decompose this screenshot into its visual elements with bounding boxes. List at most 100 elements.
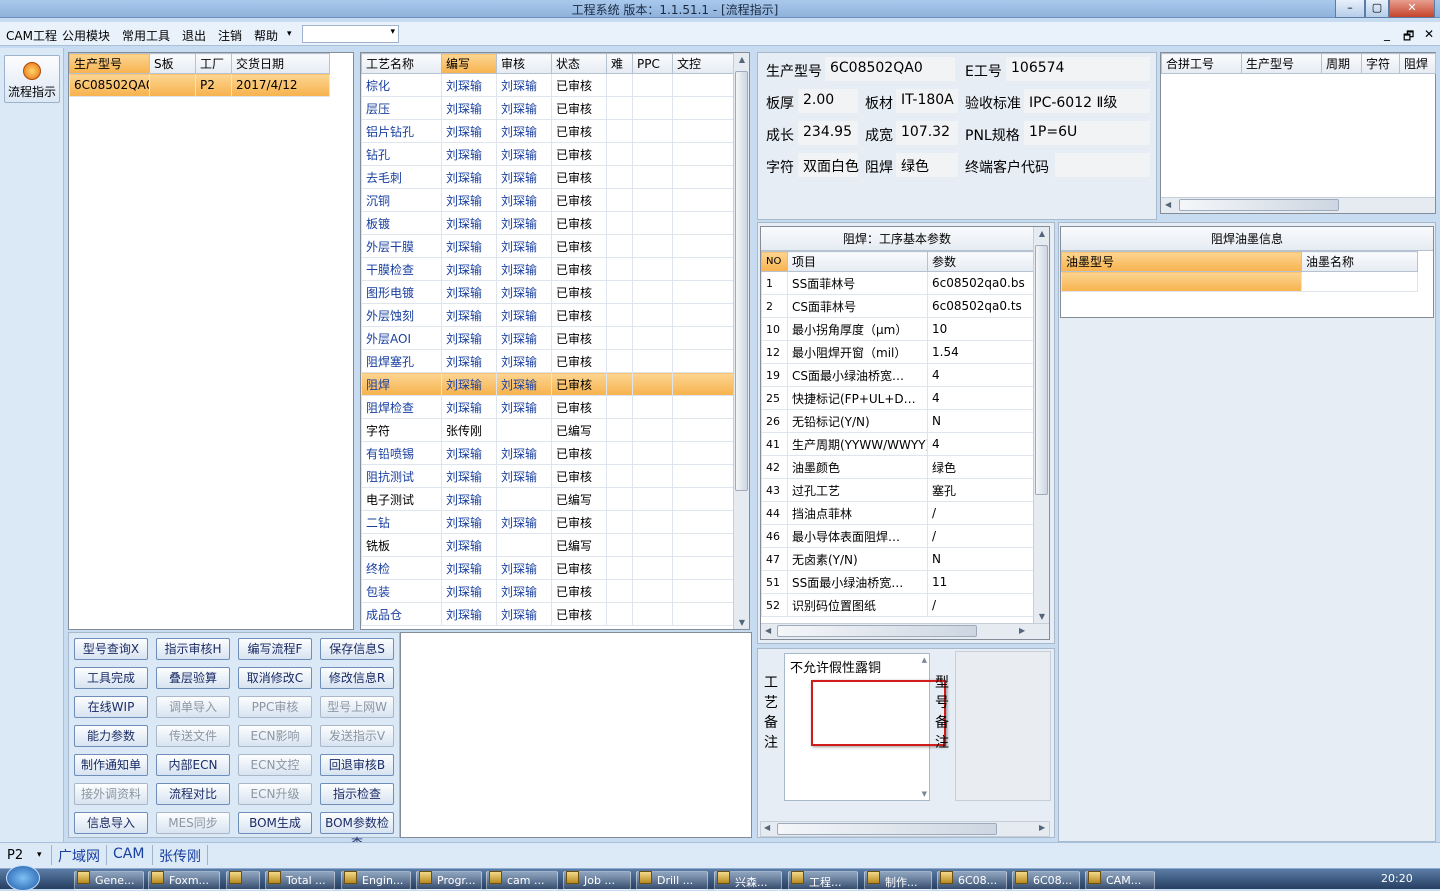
action-button-0-3[interactable]: 保存信息S [320,638,394,660]
table-row[interactable]: 外层AOI 刘琛输 刘琛输 已审核 [361,326,734,350]
order-header-sboard[interactable]: S板 [149,53,196,74]
mask-field[interactable]: 绿色 [896,153,958,177]
action-button-5-3[interactable]: 指示检查 [320,783,394,805]
table-row[interactable]: 外层干膜 刘琛输 刘琛输 已审核 [361,234,734,258]
table-row[interactable]: 44 挡油点菲林 / [761,501,1034,525]
action-button-1-3[interactable]: 修改信息R [320,667,394,689]
combine-header-char[interactable]: 字符 [1361,53,1400,74]
minimize-button[interactable]: – [1335,0,1365,18]
start-button[interactable] [6,865,40,891]
combine-header-period[interactable]: 周期 [1321,53,1362,74]
process-header-reviewer[interactable]: 审核 [496,53,552,74]
scroll-thumb[interactable] [777,823,997,835]
table-row[interactable]: 棕化 刘琛输 刘琛输 已审核 [361,73,734,97]
remarks-hscrollbar[interactable]: ◀ ▶ [760,821,1050,837]
scroll-down-icon[interactable]: ▼ [1034,612,1049,621]
scroll-thumb[interactable] [1035,245,1048,495]
action-button-5-1[interactable]: 流程对比 [156,783,230,805]
order-header-model[interactable]: 生产型号 [69,53,150,74]
toolbar-combo[interactable]: ▾ [302,25,399,43]
table-row[interactable]: 层压 刘琛输 刘琛输 已审核 [361,96,734,120]
table-row[interactable]: 字符 张传刚 已编写 [361,418,734,442]
standard-field[interactable]: IPC-6012 Ⅱ级 [1024,89,1150,113]
order-header-factory[interactable]: 工厂 [195,53,232,74]
model-field[interactable]: 6C08502QA0 [825,57,955,81]
chevron-down-icon[interactable]: ▾ [287,29,292,39]
table-row[interactable]: 42 油墨颜色 绿色 [761,455,1034,479]
width-field[interactable]: 107.32 [896,121,958,145]
thickness-field[interactable]: 2.00 [798,89,858,113]
table-row[interactable]: 52 识别码位置图纸 / [761,593,1034,617]
process-header-ppc[interactable]: PPC [632,53,673,74]
menu-cam[interactable]: CAM工程 [6,27,57,44]
table-row[interactable]: 钻孔 刘琛输 刘琛输 已审核 [361,142,734,166]
action-button-4-1[interactable]: 内部ECN [156,754,230,776]
mdi-minimize-button[interactable]: _ [1384,27,1390,41]
action-button-4-0[interactable]: 制作通知单 [74,754,148,776]
material-field[interactable]: IT-180A [896,89,958,113]
params-header-value[interactable]: 参数 [927,251,1034,272]
table-row[interactable]: 图形电镀 刘琛输 刘琛输 已审核 [361,280,734,304]
action-button-3-3[interactable]: 发送指示V [320,725,394,747]
character-field[interactable]: 双面白色 [798,153,859,177]
process-header-doc[interactable]: 文控 [672,53,734,74]
action-button-6-2[interactable]: BOM生成 [238,812,312,834]
table-row[interactable]: 铣板 刘琛输 已编写 [361,533,734,557]
table-row[interactable]: 25 快捷标记(FP+UL+D… 4 [761,386,1034,410]
chevron-down-icon[interactable]: ▾ [37,850,42,860]
table-row[interactable]: 阻焊检查 刘琛输 刘琛输 已审核 [361,395,734,419]
action-button-5-0[interactable]: 接外调资料 [74,783,148,805]
action-button-3-2[interactable]: ECN影响 [238,725,312,747]
combine-header-model[interactable]: 生产型号 [1241,53,1322,74]
params-hscrollbar[interactable]: ◀ ▶ [761,623,1049,639]
table-row[interactable]: 51 SS面最小绿油桥宽… 11 [761,570,1034,594]
ink-header-model[interactable]: 油墨型号 [1061,251,1302,272]
scroll-right-icon[interactable]: ▶ [1019,626,1025,635]
table-row[interactable]: 阻抗测试 刘琛输 刘琛输 已审核 [361,464,734,488]
action-button-0-0[interactable]: 型号查询X [74,638,148,660]
action-button-2-2[interactable]: PPC审核 [238,696,312,718]
action-button-4-3[interactable]: 回退审核B [320,754,394,776]
menu-tools[interactable]: 常用工具 [122,27,170,44]
table-row[interactable]: 二钻 刘琛输 刘琛输 已审核 [361,510,734,534]
combine-header-mask[interactable]: 阻焊 [1399,53,1436,74]
scroll-down-icon[interactable]: ▼ [734,618,749,627]
menu-help[interactable]: 帮助 [254,27,278,44]
length-field[interactable]: 234.95 [798,121,858,145]
ink-header-name[interactable]: 油墨名称 [1301,251,1418,272]
combine-header-job[interactable]: 合拼工号 [1161,53,1242,74]
action-button-2-0[interactable]: 在线WIP [74,696,148,718]
scroll-up-icon[interactable]: ▲ [922,656,927,664]
table-row[interactable]: 板镀 刘琛输 刘琛输 已审核 [361,211,734,235]
scroll-up-icon[interactable]: ▲ [1034,229,1049,238]
table-row[interactable]: 外层蚀刻 刘琛输 刘琛输 已审核 [361,303,734,327]
scroll-right-icon[interactable]: ▶ [1039,823,1045,832]
process-scrollbar[interactable]: ▲ ▼ [733,53,749,629]
action-button-6-0[interactable]: 信息导入 [74,812,148,834]
menu-public[interactable]: 公用模块 [62,27,110,44]
table-row[interactable]: 终检 刘琛输 刘琛输 已审核 [361,556,734,580]
process-header-status[interactable]: 状态 [551,53,607,74]
table-row[interactable]: 成品仓 刘琛输 刘琛输 已审核 [361,602,734,626]
scroll-thumb[interactable] [735,71,748,491]
flow-indicator-button[interactable]: 流程指示 [4,55,60,103]
action-button-1-0[interactable]: 工具完成 [74,667,148,689]
scroll-left-icon[interactable]: ◀ [1165,200,1171,209]
table-row[interactable]: 2 CS面菲林号 6c08502qa0.ts [761,294,1034,318]
action-button-1-2[interactable]: 取消修改C [238,667,312,689]
combine-hscrollbar[interactable]: ◀ [1161,197,1435,213]
action-button-2-3[interactable]: 型号上网W [320,696,394,718]
close-button[interactable]: ✕ [1389,0,1435,18]
table-row[interactable]: 10 最小拐角厚度（μm） 10 [761,317,1034,341]
table-row[interactable]: 电子测试 刘琛输 已编写 [361,487,734,511]
action-button-6-3[interactable]: BOM参数检查 [320,812,394,850]
order-header-date[interactable]: 交货日期 [231,53,330,74]
maximize-button[interactable]: ▢ [1365,0,1389,18]
mdi-restore-button[interactable]: 🗗 [1403,27,1414,48]
process-header-author[interactable]: 编写 [441,53,497,74]
process-header-difficulty[interactable]: 难 [606,53,633,74]
table-row[interactable]: 干膜检查 刘琛输 刘琛输 已审核 [361,257,734,281]
table-row[interactable]: 26 无铅标记(Y/N) N [761,409,1034,433]
action-button-3-0[interactable]: 能力参数 [74,725,148,747]
customer-code-field[interactable] [1055,153,1150,177]
